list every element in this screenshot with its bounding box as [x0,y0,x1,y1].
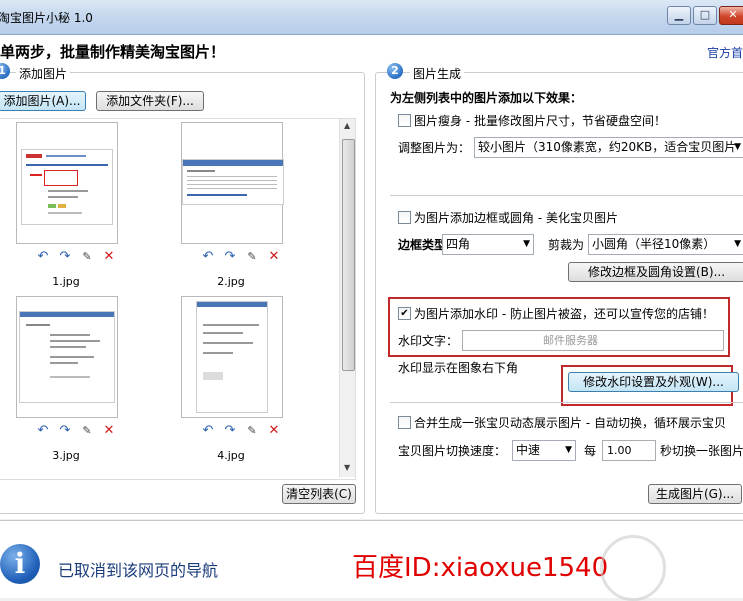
chevron-down-icon: ▼ [523,239,530,249]
speed-value: 中速 [516,443,541,457]
maximize-button[interactable]: □ [693,6,717,25]
list-scrollbar[interactable]: ▲ ▼ [339,119,355,477]
official-site-link[interactable]: 官方首 [707,44,743,61]
rotate-right-icon[interactable]: ↷ [58,424,72,438]
thumbnail-image [182,159,284,205]
delete-icon[interactable]: ✕ [102,250,116,264]
info-message: 已取消到该网页的导航 [58,561,219,580]
watermark-text-label: 水印文字： [398,334,459,348]
seconds-value: 1.00 [607,444,632,457]
info-icon: i [0,544,40,584]
watermark-checkbox[interactable]: ✔ [398,307,411,320]
scroll-down-icon[interactable]: ▼ [344,463,350,472]
crop-value: 小圆角（半径10像素） [592,237,716,251]
step-2-badge: 2 [387,63,403,79]
chevron-down-icon: ▼ [565,445,572,455]
speed-select[interactable]: 中速 ▼ [512,440,576,461]
watermark-text-value: 邮件服务器 [543,334,598,347]
crop-label: 剪裁为 [548,238,585,252]
chevron-down-icon: ▼ [734,239,741,249]
adjust-size-select[interactable]: 较小图片（310像素宽，约20KB，适合宝贝图片 ▼ [474,137,743,158]
thumbnail-frame [181,296,283,418]
border-style-label: 边框类型 [398,238,447,252]
minimize-button[interactable]: ▁ [667,6,691,25]
divider [390,195,743,196]
watermark-settings-button[interactable]: 修改水印设置及外观(W)... [568,372,739,392]
thumbnail-frame [181,122,284,244]
edit-icon[interactable]: ✎ [80,424,94,438]
add-images-title: 添加图片 [16,65,71,82]
edit-icon[interactable]: ✎ [80,250,94,264]
animate-label: 合并生成一张宝贝动态展示图片 - 自动切换，循环展示宝贝 [414,416,726,430]
info-bar: i 已取消到该网页的导航 百度ID:xiaoxue1540 [0,520,743,601]
effects-intro: 为左侧列表中的图片添加以下效果： [390,91,583,105]
watermark-position-text: 水印显示在图象右下角 [398,361,519,375]
border-settings-button[interactable]: 修改边框及圆角设置(B)... [568,262,743,282]
slim-label: 图片瘦身 - 批量修改图片尺寸，节省硬盘空间！ [414,114,666,128]
rotate-right-icon[interactable]: ↷ [58,250,72,264]
rotate-left-icon[interactable]: ↶ [36,424,50,438]
watermark-label: 为图片添加水印 - 防止图片被盗，还可以宣传您的店铺！ [414,307,714,321]
thumbnail-frame [16,122,118,244]
watermark-text-input[interactable]: 邮件服务器 [462,330,724,351]
border-label: 为图片添加边框或圆角 - 美化宝贝图片 [414,211,618,225]
rotate-left-icon[interactable]: ↶ [36,250,50,264]
title-bar: 淘宝图片小秘 1.0 ▁ □ ✕ [0,0,743,35]
border-style-select[interactable]: 四角 ▼ [442,234,534,255]
adjust-size-value: 较小图片（310像素宽，约20KB，适合宝贝图片 [478,140,737,154]
rotate-right-icon[interactable]: ↷ [223,424,237,438]
scroll-thumb[interactable] [342,139,355,371]
clear-list-button[interactable]: 清空列表(C) [282,484,356,504]
divider [390,402,743,403]
thumbnail-filename: 1.jpg [52,275,80,288]
thumbnail-filename: 2.jpg [217,275,245,288]
scroll-up-icon[interactable]: ▲ [344,121,350,130]
seconds-input[interactable]: 1.00 [602,440,656,461]
generate-button[interactable]: 生成图片(G)... [648,484,742,504]
rotate-right-icon[interactable]: ↷ [223,250,237,264]
watermark-overlay-text: 百度ID:xiaoxue1540 [352,553,609,583]
delete-icon[interactable]: ✕ [267,424,281,438]
thumbnail-image [196,301,268,413]
border-checkbox[interactable] [398,211,411,224]
adjust-label: 调整图片为： [398,141,471,155]
edit-icon[interactable]: ✎ [245,424,259,438]
page-headline: 单两步，批量制作精美淘宝图片！ [0,43,226,61]
add-folder-button[interactable]: 添加文件夹(F)... [96,91,204,111]
chevron-down-icon: ▼ [734,142,741,152]
border-style-value: 四角 [446,237,471,251]
seconds-suffix: 秒切换一张图片 [660,444,743,458]
every-label: 每 [584,444,597,458]
thumbnail-filename: 3.jpg [52,449,80,462]
close-button[interactable]: ✕ [719,6,743,25]
logo-watermark [600,535,666,601]
thumbnail-image [19,311,115,403]
delete-icon[interactable]: ✕ [102,424,116,438]
rotate-left-icon[interactable]: ↶ [201,250,215,264]
generate-images-title: 图片生成 [410,65,465,82]
crop-select[interactable]: 小圆角（半径10像素） ▼ [588,234,743,255]
slim-checkbox[interactable] [398,114,411,127]
animate-checkbox[interactable] [398,416,411,429]
thumbnail-image [21,149,113,225]
thumbnail-filename: 4.jpg [217,449,245,462]
add-images-button[interactable]: 添加图片(A)... [0,91,86,111]
speed-label: 宝贝图片切换速度： [398,444,507,458]
rotate-left-icon[interactable]: ↶ [201,424,215,438]
delete-icon[interactable]: ✕ [267,250,281,264]
edit-icon[interactable]: ✎ [245,250,259,264]
window-title: 淘宝图片小秘 1.0 [0,11,93,25]
thumbnail-frame [16,296,118,418]
